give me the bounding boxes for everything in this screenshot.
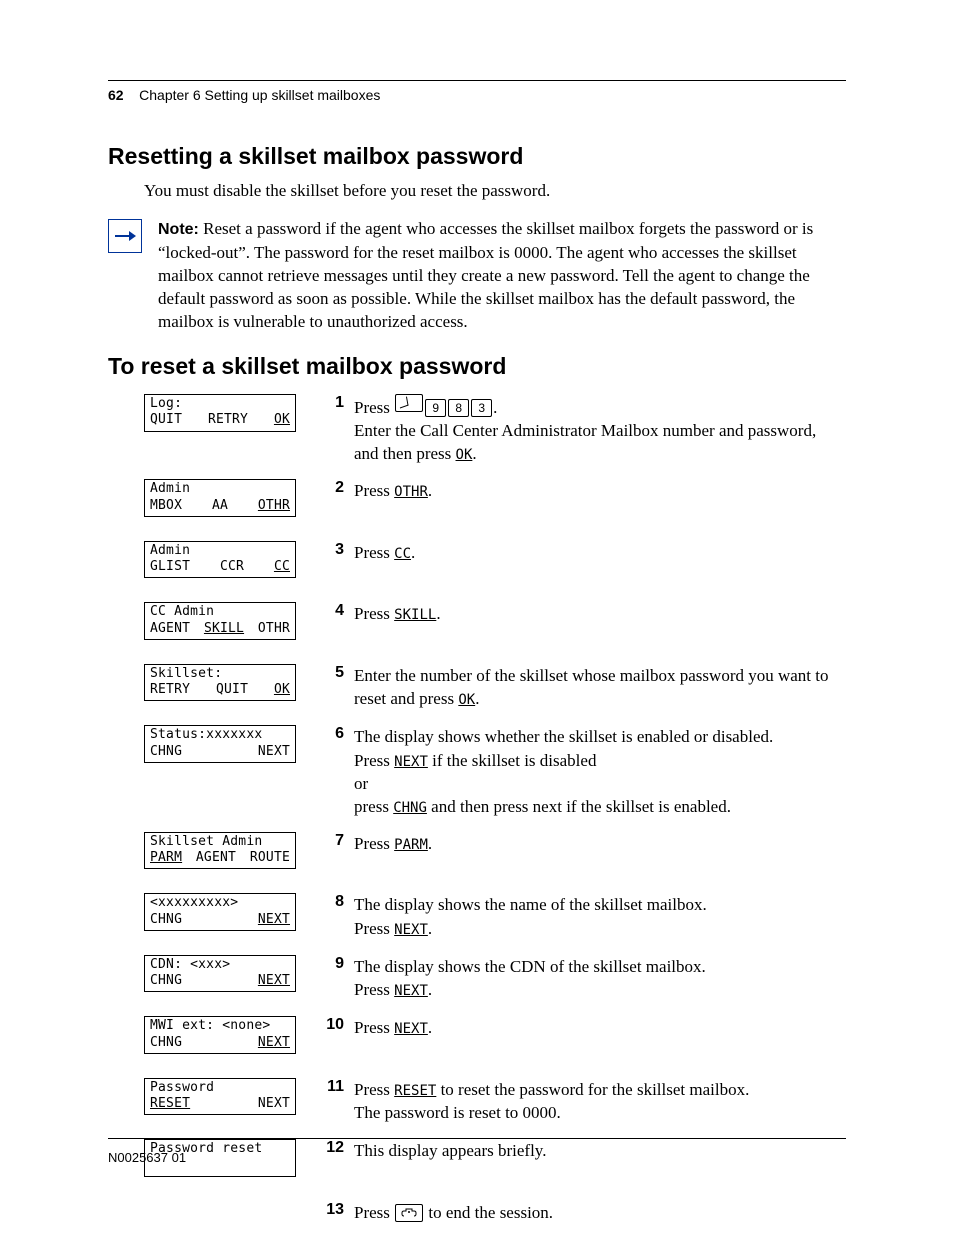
feature-key-icon [395, 394, 423, 412]
lcd-display-skillset: Skillset: RETRYQUITOK [144, 664, 296, 702]
running-header: 62 Chapter 6 Setting up skillset mailbox… [108, 87, 846, 103]
step-text: Press NEXT. [354, 1016, 846, 1039]
section-heading-reset: Resetting a skillset mailbox password [108, 143, 846, 170]
step-text: Press CC. [354, 541, 846, 564]
step-number: 13 [316, 1201, 354, 1219]
step-text: Press to end the session. [354, 1201, 846, 1224]
step-number: 10 [316, 1016, 354, 1034]
lcd-display-mwi: MWI ext: <none> CHNGNEXT [144, 1016, 296, 1054]
step-number: 1 [316, 394, 354, 412]
step-number: 8 [316, 893, 354, 911]
step-number: 7 [316, 832, 354, 850]
step-text: This display appears briefly. [354, 1139, 846, 1162]
lcd-display-status: Status:xxxxxxx CHNGNEXT [144, 725, 296, 763]
note-arrow-icon [108, 219, 142, 253]
header-rule [108, 80, 846, 81]
step-text: Press SKILL. [354, 602, 846, 625]
step-number: 6 [316, 725, 354, 743]
footer-rule [108, 1138, 846, 1139]
chapter-name: Chapter 6 Setting up skillset mailboxes [139, 87, 380, 103]
note-text: Note: Reset a password if the agent who … [158, 217, 846, 333]
step-text: Press RESET to reset the password for th… [354, 1078, 846, 1124]
lcd-display-cdn: CDN: <xxx> CHNGNEXT [144, 955, 296, 993]
step-number: 11 [316, 1078, 354, 1096]
page-number: 62 [108, 87, 124, 103]
step-text: Press OTHR. [354, 479, 846, 502]
step-text: Press PARM. [354, 832, 846, 855]
step-number: 5 [316, 664, 354, 682]
digit-key: 9 [425, 399, 446, 417]
step-text: Press 983. Enter the Call Center Adminis… [354, 394, 846, 465]
digit-key: 8 [448, 399, 469, 417]
footer-docnum: N0025637 01 [108, 1150, 186, 1165]
release-key-icon [395, 1204, 423, 1222]
step-text: The display shows the name of the skills… [354, 893, 846, 939]
step-number: 4 [316, 602, 354, 620]
step-number: 9 [316, 955, 354, 973]
lcd-display-admin-glist: Admin GLISTCCRCC [144, 541, 296, 579]
lcd-display-log: Log: QUITRETRYOK [144, 394, 296, 432]
note-label: Note: [158, 221, 199, 238]
step-text: The display shows whether the skillset i… [354, 725, 846, 817]
lcd-display-skillset-admin: Skillset Admin PARMAGENTROUTE [144, 832, 296, 870]
step-text: The display shows the CDN of the skillse… [354, 955, 846, 1001]
lcd-display-admin-mbox: Admin MBOXAAOTHR [144, 479, 296, 517]
step-text: Enter the number of the skillset whose m… [354, 664, 846, 710]
step-number: 2 [316, 479, 354, 497]
digit-key: 3 [471, 399, 492, 417]
lcd-display-name: <xxxxxxxxx> CHNGNEXT [144, 893, 296, 931]
lcd-display-cc-admin: CC Admin AGENTSKILLOTHR [144, 602, 296, 640]
section-heading-procedure: To reset a skillset mailbox password [108, 353, 846, 380]
note-body: Reset a password if the agent who access… [158, 219, 813, 331]
step-number: 12 [316, 1139, 354, 1157]
intro-paragraph: You must disable the skillset before you… [144, 180, 846, 203]
lcd-display-password: Password RESETNEXT [144, 1078, 296, 1116]
step-number: 3 [316, 541, 354, 559]
